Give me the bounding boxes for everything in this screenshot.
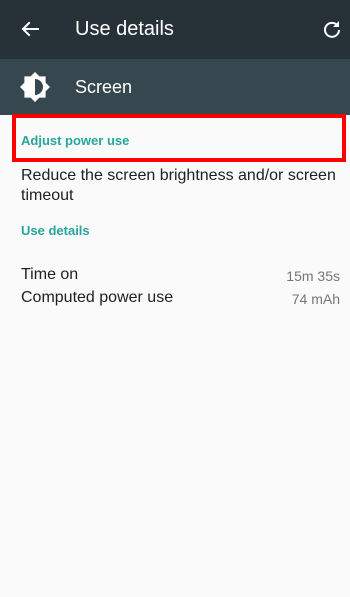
adjust-power-summary[interactable]: Reduce the screen brightness and/or scre… [21,166,341,206]
page-title: Use details [75,18,174,40]
brightness-icon [20,72,50,102]
computed-power-value: 74 mAh [291,291,340,307]
app-header: Screen [0,59,350,115]
time-on-value: 15m 35s [286,268,340,284]
arrow-back-icon[interactable] [20,19,40,39]
computed-power-label: Computed power use [21,289,174,306]
refresh-icon[interactable] [322,19,342,39]
time-on-label: Time on [21,266,79,283]
app-name: Screen [75,77,133,97]
top-app-bar: Use details [0,0,350,59]
section-title-use-details: Use details [21,223,90,238]
highlight-box [12,114,346,162]
